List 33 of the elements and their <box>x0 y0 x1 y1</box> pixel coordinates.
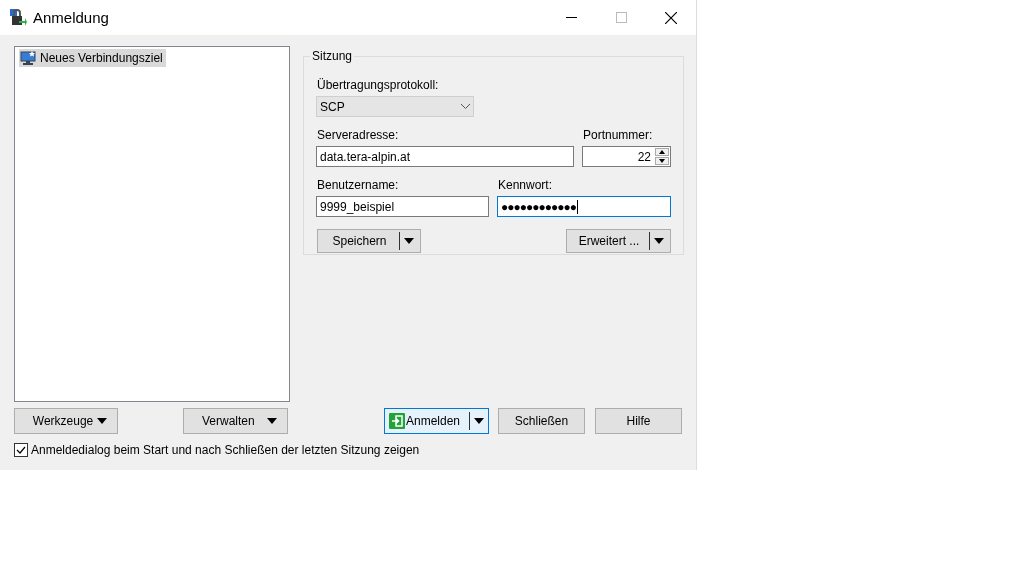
input-field[interactable]: data.tera-alpin.at <box>316 146 574 167</box>
app-icon <box>9 7 27 28</box>
caret-icon <box>97 418 108 424</box>
minimize-icon[interactable] <box>565 17 577 18</box>
field-label: Übertragungsprotokoll: <box>317 78 440 92</box>
caret-icon <box>404 238 414 244</box>
password-field[interactable]: ●●●●●●●●●●●● <box>497 196 671 217</box>
button[interactable]: Schließen <box>498 408 585 434</box>
computer-icon <box>20 50 36 66</box>
checkbox[interactable] <box>14 443 28 457</box>
button[interactable]: Hilfe <box>595 408 682 434</box>
field-label: Portnummer: <box>583 128 654 142</box>
save-button[interactable]: Speichern <box>317 229 421 253</box>
advanced-button[interactable]: Erweitert ... <box>566 229 671 253</box>
field-label: Kennwort: <box>498 178 554 192</box>
login-icon <box>389 413 405 429</box>
chevron-icon <box>461 104 470 109</box>
input-field[interactable]: 9999_beispiel <box>316 196 489 217</box>
protocol-dropdown[interactable]: SCP <box>316 96 474 117</box>
field-label: Benutzername: <box>317 178 400 192</box>
caret-icon <box>654 238 664 244</box>
caret-icon <box>474 418 484 424</box>
port-spinner[interactable]: 22 <box>582 146 671 167</box>
group-title: Sitzung <box>311 49 354 63</box>
site-item[interactable]: Neues Verbindungsziel <box>19 49 166 67</box>
button[interactable]: Werkzeuge <box>14 408 118 434</box>
caret-icon <box>267 418 277 424</box>
checkbox-label: Anmeldedialog beim Start und nach Schließen der letzten Sitzung zeigen <box>31 443 420 457</box>
button[interactable]: Verwalten <box>183 408 288 434</box>
window-title: Anmeldung <box>33 9 110 26</box>
button[interactable]: Anmelden <box>384 408 489 434</box>
field-label: Serveradresse: <box>317 128 400 142</box>
close-icon[interactable] <box>665 11 677 24</box>
